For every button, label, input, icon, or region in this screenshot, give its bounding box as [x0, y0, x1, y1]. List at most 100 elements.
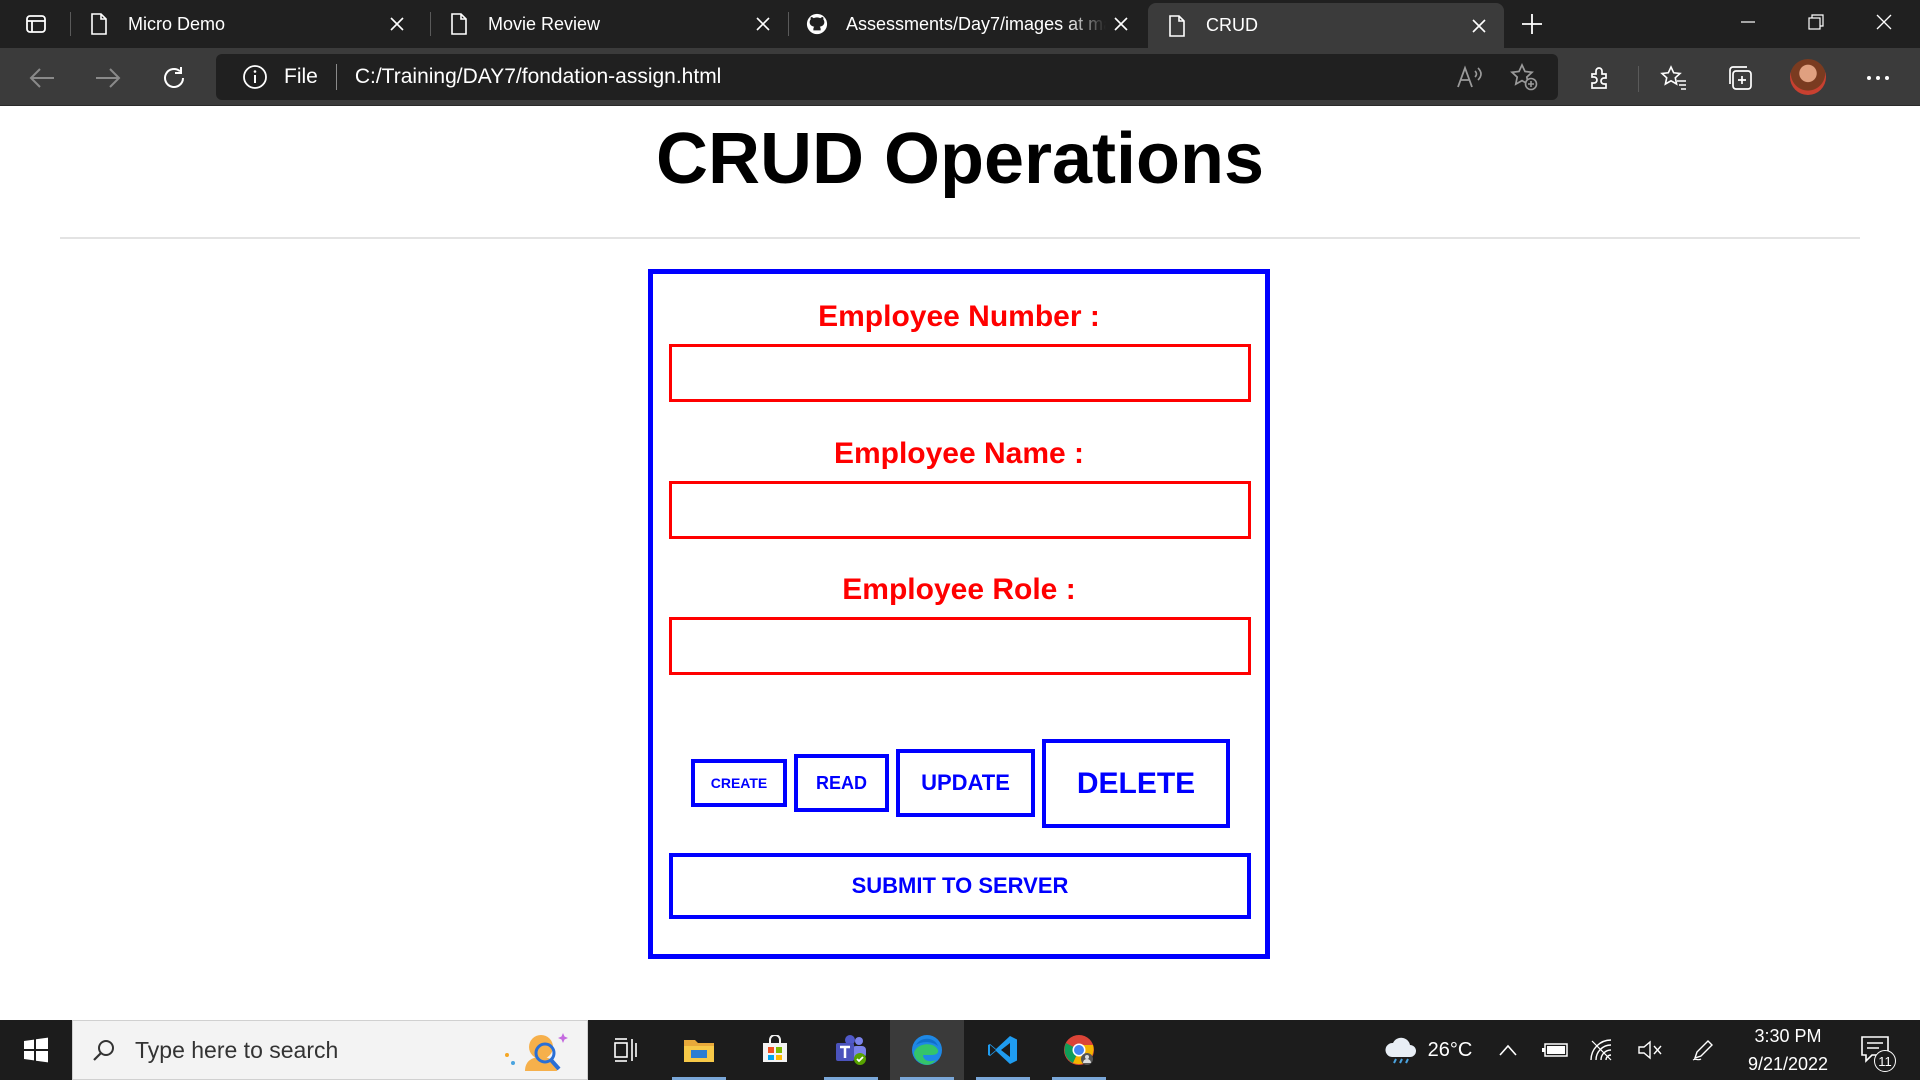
restore-button[interactable]	[1782, 0, 1850, 44]
volume-muted-icon	[1638, 1040, 1662, 1060]
notification-count-badge: 11	[1874, 1050, 1896, 1072]
search-highlight-icon	[499, 1029, 569, 1073]
close-window-button[interactable]	[1850, 0, 1918, 44]
file-explorer-app[interactable]	[662, 1020, 736, 1080]
read-button[interactable]: READ	[794, 754, 889, 812]
refresh-button[interactable]	[154, 58, 194, 98]
employee-role-label: Employee Role :	[842, 573, 1076, 606]
clock[interactable]: 3:30 PM 9/21/2022	[1726, 1020, 1850, 1080]
start-button[interactable]	[0, 1020, 72, 1080]
search-placeholder: Type here to search	[135, 1036, 339, 1063]
back-button[interactable]	[22, 58, 62, 98]
forward-button[interactable]	[88, 58, 128, 98]
close-icon[interactable]	[382, 9, 412, 39]
restore-icon	[1808, 14, 1824, 30]
extensions-button[interactable]	[1580, 58, 1620, 98]
employee-number-input[interactable]	[669, 344, 1251, 402]
address-divider	[335, 64, 337, 90]
toolbar-divider	[1638, 66, 1639, 92]
collections-button[interactable]	[1720, 58, 1760, 98]
tab-title: Micro Demo	[128, 13, 226, 34]
employee-role-input[interactable]	[669, 617, 1251, 675]
weather-widget[interactable]: 26°C	[1372, 1020, 1482, 1080]
collections-icon	[1729, 66, 1752, 90]
battery-icon	[1542, 1043, 1568, 1057]
tab-actions-icon[interactable]	[18, 9, 54, 39]
info-icon[interactable]	[240, 62, 270, 92]
plus-icon	[1522, 14, 1542, 34]
browser-toolbar: File C:/Training/DAY7/fondation-assign.h…	[0, 48, 1920, 106]
tab-title: CRUD	[1206, 15, 1258, 35]
battery-tray[interactable]	[1538, 1020, 1574, 1080]
page-content: CRUD Operations Employee Number : Employ…	[0, 106, 1920, 1020]
chrome-icon	[1064, 1035, 1094, 1065]
tab-github-assessments[interactable]: Assessments/Day7/images at ma	[788, 0, 1146, 48]
address-bar[interactable]: File C:/Training/DAY7/fondation-assign.h…	[216, 54, 1558, 100]
task-view-button[interactable]	[588, 1020, 662, 1080]
employee-number-label: Employee Number :	[818, 300, 1100, 333]
search-icon	[89, 1035, 119, 1065]
tab-title: Movie Review	[488, 13, 601, 34]
show-hidden-icons-button[interactable]	[1492, 1020, 1524, 1080]
vscode-app[interactable]	[966, 1020, 1040, 1080]
pen-tray[interactable]	[1686, 1020, 1720, 1080]
submit-to-server-button[interactable]: SUBMIT TO SERVER	[669, 853, 1251, 919]
delete-button[interactable]: DELETE	[1042, 739, 1230, 828]
employee-name-label: Employee Name :	[833, 437, 1085, 470]
page-icon	[448, 12, 470, 36]
wifi-icon	[1590, 1039, 1612, 1061]
close-icon[interactable]	[1464, 11, 1494, 41]
microsoft-store-app[interactable]	[738, 1020, 812, 1080]
tab-crud[interactable]: CRUD	[1148, 3, 1504, 48]
new-tab-button[interactable]	[1512, 9, 1552, 39]
teams-app[interactable]	[814, 1020, 888, 1080]
address-actions	[1450, 54, 1558, 100]
refresh-icon	[164, 67, 184, 88]
weather-temperature: 26°C	[1427, 1038, 1473, 1061]
star-add-icon	[1510, 63, 1538, 91]
horizontal-rule	[60, 237, 1860, 239]
page-icon	[88, 12, 110, 36]
tab-movie-review[interactable]: Movie Review	[430, 0, 788, 48]
network-tray[interactable]	[1584, 1020, 1620, 1080]
teams-icon	[836, 1035, 866, 1065]
tab-micro-demo[interactable]: Micro Demo	[70, 0, 422, 48]
update-button[interactable]: UPDATE	[896, 749, 1035, 817]
chevron-up-icon	[1499, 1044, 1517, 1056]
close-icon	[1876, 14, 1892, 30]
page-title: CRUD Operations	[655, 119, 1265, 199]
forward-arrow-icon	[96, 68, 121, 88]
favorites-button[interactable]	[1654, 58, 1694, 98]
edge-icon	[912, 1035, 942, 1065]
vscode-icon	[988, 1036, 1017, 1064]
cloud-rain-icon	[1385, 1037, 1416, 1064]
microsoft-store-icon	[763, 1035, 787, 1062]
close-icon[interactable]	[748, 9, 778, 39]
clock-time: 3:30 PM	[1754, 1026, 1822, 1046]
pen-icon	[1692, 1040, 1713, 1061]
taskbar: Type here to search 26°C 3:30 PM 9/21/20…	[0, 1020, 1920, 1080]
minimize-button[interactable]	[1714, 0, 1782, 44]
page-icon	[1166, 14, 1188, 38]
back-arrow-icon	[29, 68, 54, 88]
address-url[interactable]: C:/Training/DAY7/fondation-assign.html	[355, 65, 722, 89]
profile-avatar[interactable]	[1790, 59, 1826, 95]
browser-tab-bar: Micro Demo Movie Review Assessments/Day7…	[0, 0, 1920, 48]
employee-name-input[interactable]	[669, 481, 1251, 539]
read-aloud-button[interactable]	[1450, 57, 1490, 97]
edge-app[interactable]	[890, 1020, 964, 1080]
minimize-icon	[1741, 21, 1755, 23]
task-view-icon	[614, 1038, 637, 1062]
add-favorite-button[interactable]	[1504, 57, 1544, 97]
create-button[interactable]: CREATE	[691, 759, 787, 807]
read-aloud-icon	[1457, 65, 1482, 88]
notification-center-button[interactable]: 11	[1860, 1034, 1896, 1072]
favorites-icon	[1660, 65, 1686, 90]
close-icon[interactable]	[1106, 9, 1136, 39]
chrome-app[interactable]	[1042, 1020, 1116, 1080]
settings-more-button[interactable]	[1858, 58, 1898, 98]
windows-logo-icon	[24, 1037, 48, 1063]
volume-tray[interactable]	[1632, 1020, 1668, 1080]
file-explorer-icon	[684, 1040, 714, 1062]
taskbar-search[interactable]: Type here to search	[72, 1020, 588, 1080]
